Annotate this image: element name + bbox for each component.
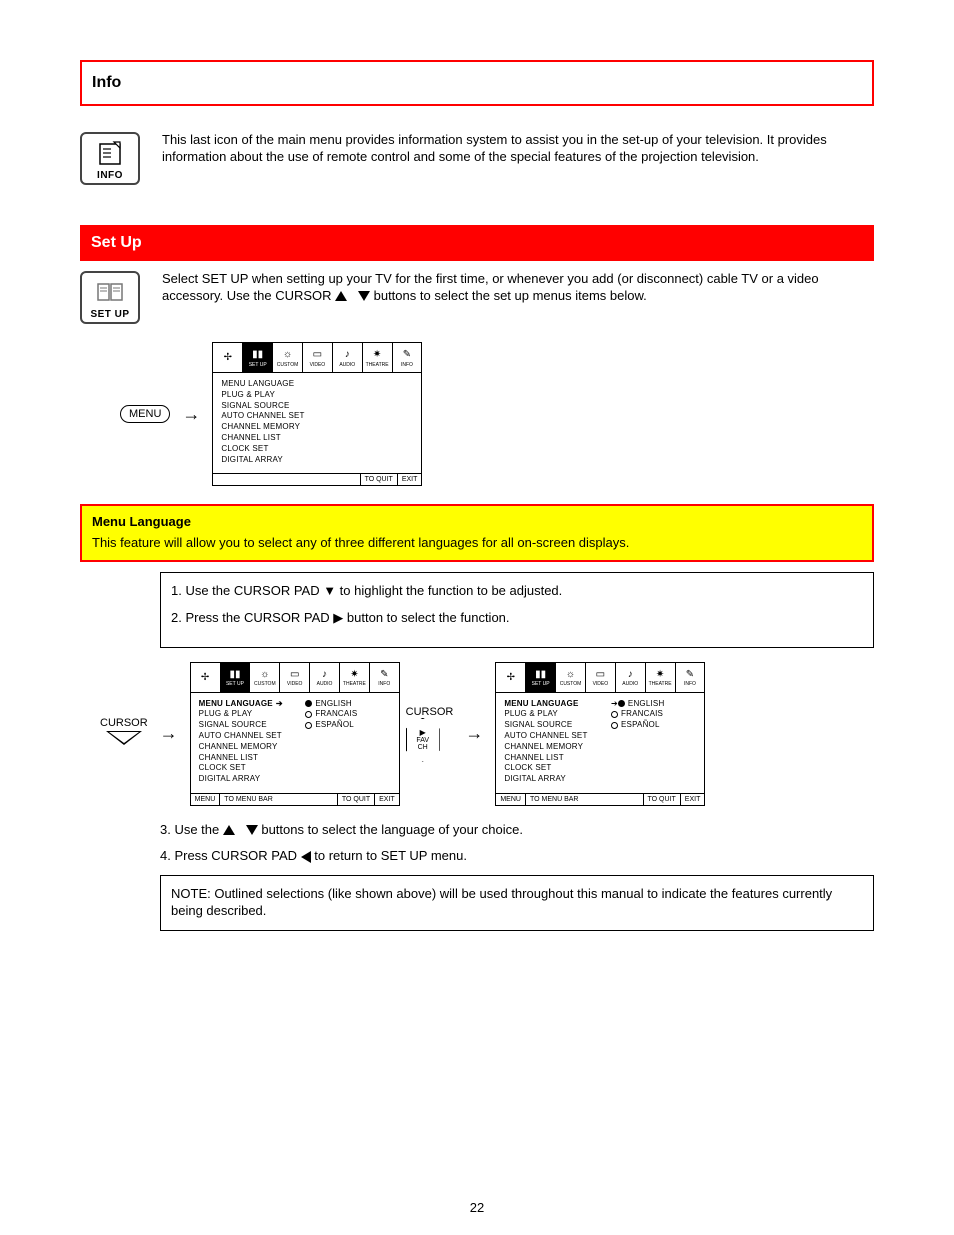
arrow-right-icon-2: →: [154, 723, 184, 744]
osd-screen-2: ✢ ▮▮SET UP ☼CUSTOM ▭VIDEO ♪AUDIO ✷THEATR…: [190, 662, 400, 806]
mi-2: SIGNAL SOURCE: [221, 401, 413, 412]
mi3-0: MENU LANGUAGE: [504, 699, 611, 710]
lang-desc: This feature will allow you to select an…: [92, 535, 862, 552]
opt-en: ENGLISH: [305, 699, 390, 710]
info-icon-frame: INFO: [80, 132, 140, 185]
osd-foot-3: MENU TO MENU BAR TO QUIT EXIT: [496, 793, 704, 805]
cursor-pad-down: CURSOR ▼: [100, 717, 148, 750]
mb-custom: ☼CUSTOM: [273, 343, 303, 372]
fav-ch-icon: ▶ FAV CH: [406, 718, 440, 762]
setup-intro: Select SET UP when setting up your TV fo…: [162, 271, 874, 305]
info-title: Info: [92, 74, 121, 91]
mi2-0: MENU LANGUAGE➔: [199, 699, 306, 710]
step-3: 3. Use the buttons to select the languag…: [160, 822, 874, 839]
opt-fr: FRANCAIS: [305, 709, 390, 720]
mb-theatre: ✷THEATRE: [363, 343, 393, 372]
arrow-right-icon-3: →: [459, 723, 489, 744]
menu-button-label: MENU: [120, 405, 170, 423]
setup-heading: Set Up: [91, 234, 142, 251]
arrow-right-icon: →: [176, 404, 206, 425]
info-icon-label: INFO: [84, 170, 136, 181]
step-2: 2. Press the CURSOR PAD ▶ button to sele…: [171, 610, 863, 627]
foot-quit: TO QUIT: [361, 474, 398, 485]
page-number: 22: [0, 1200, 954, 1215]
mi-1: PLUG & PLAY: [221, 390, 413, 401]
osd-foot-2: MENU TO MENU BAR TO QUIT EXIT: [191, 793, 399, 805]
setup-heading-bar: Set Up: [80, 225, 874, 261]
osd-cluster-2: CURSOR ▼ → ✢ ▮▮SET UP ☼CUSTOM ▭VIDEO ♪AU…: [100, 662, 874, 806]
note-box: NOTE: Outlined selections (like shown ab…: [160, 875, 874, 931]
mi-5: CHANNEL LIST: [221, 433, 413, 444]
mi-3: AUTO CHANNEL SET: [221, 411, 413, 422]
cursor-pad-right: CURSOR ▶ FAV CH: [406, 706, 454, 762]
osd-body-2: MENU LANGUAGE➔ PLUG & PLAY SIGNAL SOURCE…: [191, 693, 399, 793]
mb-info: ✎INFO: [393, 343, 422, 372]
mb-audio: ♪AUDIO: [333, 343, 363, 372]
osd-body-3: MENU LANGUAGE PLUG & PLAY SIGNAL SOURCE …: [496, 693, 704, 793]
tri-up-icon: [223, 825, 235, 835]
lang-title: Menu Language: [92, 514, 862, 531]
cursor-down-glyph: [358, 291, 370, 301]
osd-menubar-3: ✢ ▮▮SET UP ☼CUSTOM ▭VIDEO ♪AUDIO ✷THEATR…: [496, 663, 704, 693]
steps-3-4: 3. Use the buttons to select the languag…: [160, 822, 874, 866]
opt-es: ESPAÑOL: [305, 720, 390, 731]
osd-foot-1: TO QUIT EXIT: [213, 473, 421, 485]
osd-cluster-1: MENU → ✢ ▮▮SET UP ☼CUSTOM ▭VIDEO ♪AUDIO …: [120, 342, 874, 486]
mb-setup: ▮▮SET UP: [243, 343, 273, 372]
mi-6: CLOCK SET: [221, 444, 413, 455]
menu-language-box: Menu Language This feature will allow yo…: [80, 504, 874, 562]
tri-down-icon: [246, 825, 258, 835]
osd-screen-1: ✢ ▮▮SET UP ☼CUSTOM ▭VIDEO ♪AUDIO ✷THEATR…: [212, 342, 422, 486]
osd-menubar-1: ✢ ▮▮SET UP ☼CUSTOM ▭VIDEO ♪AUDIO ✷THEATR…: [213, 343, 421, 373]
mi-7: DIGITAL ARRAY: [221, 455, 413, 466]
cursor-up-glyph: [335, 291, 347, 301]
setup-book-icon: [84, 277, 136, 307]
setup-intro-c: buttons to select the set up menus items…: [374, 288, 647, 303]
step-4: 4. Press CURSOR PAD to return to SET UP …: [160, 848, 874, 865]
info-title-box: Info: [80, 60, 874, 106]
opt3-es: ESPAÑOL: [611, 720, 696, 731]
cursor-label: CURSOR: [100, 717, 148, 729]
mb-video: ▭VIDEO: [303, 343, 333, 372]
osd-body-1: MENU LANGUAGE PLUG & PLAY SIGNAL SOURCE …: [213, 373, 421, 473]
note-text: NOTE: Outlined selections (like shown ab…: [171, 886, 863, 920]
mi-0: MENU LANGUAGE: [221, 379, 413, 390]
steps-box: 1. Use the CURSOR PAD ▼ to highlight the…: [160, 572, 874, 648]
opt3-en: ➔ENGLISH: [611, 699, 696, 710]
cursor-label-2: CURSOR: [406, 706, 454, 718]
step-1: 1. Use the CURSOR PAD ▼ to highlight the…: [171, 583, 863, 600]
info-description: This last icon of the main menu provides…: [162, 132, 874, 166]
foot-exit: EXIT: [398, 474, 422, 485]
mi-4: CHANNEL MEMORY: [221, 422, 413, 433]
setup-icon-frame: SET UP: [80, 271, 140, 324]
info-row: INFO This last icon of the main menu pro…: [80, 132, 874, 185]
mb-nav: ✢: [213, 343, 243, 372]
setup-icon-label: SET UP: [84, 309, 136, 320]
setup-intro-a: Select SET UP when setting up your TV fo…: [162, 271, 588, 286]
opt3-fr: FRANCAIS: [611, 709, 696, 720]
tri-left-icon: [301, 851, 311, 863]
setup-intro-row: SET UP Select SET UP when setting up you…: [80, 271, 874, 324]
osd-menubar-2: ✢ ▮▮SET UP ☼CUSTOM ▭VIDEO ♪AUDIO ✷THEATR…: [191, 663, 399, 693]
notepad-icon: [84, 138, 136, 168]
osd-screen-3: ✢ ▮▮SET UP ☼CUSTOM ▭VIDEO ♪AUDIO ✷THEATR…: [495, 662, 705, 806]
